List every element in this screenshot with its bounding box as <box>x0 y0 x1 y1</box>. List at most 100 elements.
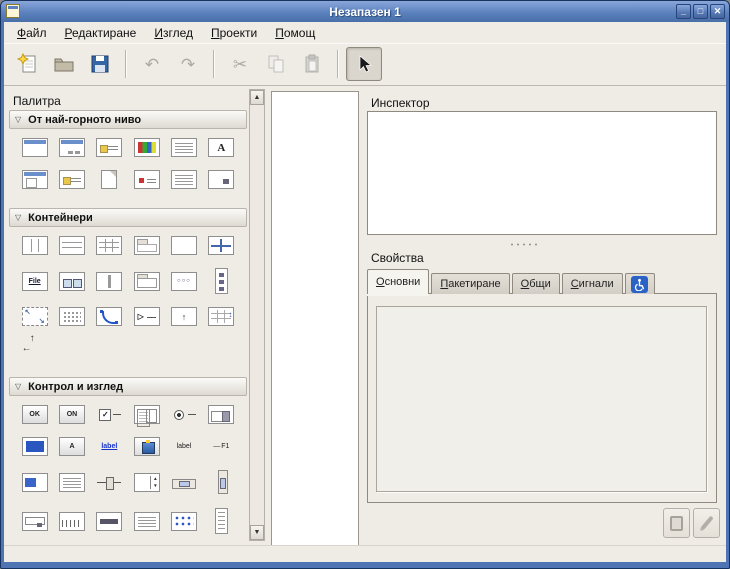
paned-icon[interactable] <box>96 272 122 291</box>
inspector-title: Инспектор <box>371 96 430 110</box>
palette-section-controls[interactable]: ▽ Контрол и изглед <box>9 377 247 396</box>
check-button-icon[interactable] <box>96 405 122 424</box>
menubar-icon[interactable]: File <box>22 272 48 291</box>
design-canvas[interactable] <box>271 91 359 546</box>
paned-grip[interactable] <box>509 242 539 247</box>
maximize-button[interactable]: □ <box>693 4 708 19</box>
file-selection-dialog-icon[interactable] <box>59 170 85 189</box>
expander-icon[interactable] <box>134 307 160 326</box>
menu-view[interactable]: Изглед <box>145 24 202 42</box>
viewport-icon[interactable] <box>171 307 197 326</box>
copy-icon <box>265 53 287 75</box>
alert-dialog-icon[interactable] <box>134 170 160 189</box>
scrolled-window-icon[interactable] <box>208 307 234 326</box>
tab-packing[interactable]: Пакетиране <box>431 273 509 294</box>
list-box-icon[interactable] <box>134 405 160 424</box>
open-button[interactable] <box>46 47 82 81</box>
file-chooser-dialog-icon[interactable] <box>22 170 48 189</box>
text-view-icon[interactable] <box>59 473 85 492</box>
scroll-down-button[interactable]: ▼ <box>250 525 264 540</box>
vscrollbar-icon[interactable] <box>215 469 228 495</box>
layout-icon[interactable] <box>22 307 48 326</box>
scroll-up-button[interactable]: ▲ <box>250 90 264 105</box>
edit-pencil-button[interactable] <box>693 508 720 538</box>
cut-button[interactable]: ✂ <box>222 47 258 81</box>
progress-bar-icon[interactable] <box>22 473 48 492</box>
selector-button[interactable] <box>346 47 382 81</box>
image-icon[interactable] <box>22 437 48 456</box>
hbox-icon[interactable] <box>22 236 48 255</box>
list-dialog-icon[interactable] <box>171 170 197 189</box>
message-dialog-icon[interactable] <box>96 138 122 157</box>
save-button[interactable] <box>82 47 118 81</box>
popup-window-icon[interactable] <box>208 170 234 189</box>
close-button[interactable]: ✕ <box>710 4 725 19</box>
tab-accessibility[interactable] <box>625 273 655 294</box>
list-icon[interactable] <box>134 512 160 531</box>
menu-help[interactable]: Помощ <box>266 24 324 42</box>
hscrollbar-icon[interactable] <box>171 473 197 492</box>
fixed-icon[interactable] <box>208 236 234 255</box>
handle-box-icon[interactable] <box>22 339 48 358</box>
drawing-area-icon[interactable] <box>59 307 85 326</box>
toggle-button-icon[interactable]: ON <box>59 405 85 424</box>
copy-button[interactable] <box>258 47 294 81</box>
input-dialog-icon[interactable]: A <box>208 138 234 157</box>
vbox-icon[interactable] <box>59 236 85 255</box>
curve-icon[interactable] <box>96 307 122 326</box>
palette-section-toplevel[interactable]: ▽ От най-горното ниво <box>9 110 247 129</box>
hbuttonbox-icon[interactable] <box>171 272 197 291</box>
menu-projects[interactable]: Проекти <box>202 24 266 42</box>
menu-edit[interactable]: Редактиране <box>56 24 146 42</box>
palette-section-containers[interactable]: ▽ Контейнери <box>9 208 247 227</box>
toolbar-separator <box>337 50 339 78</box>
paste-button[interactable] <box>294 47 330 81</box>
palette-scrollbar[interactable]: ▲ ▼ <box>249 89 265 541</box>
tree-view-icon[interactable] <box>215 508 228 534</box>
tab-general[interactable]: Основни <box>367 269 429 294</box>
alignment-icon[interactable] <box>171 236 197 255</box>
dialog-icon[interactable] <box>59 138 85 157</box>
toolbar-icon[interactable] <box>59 272 85 291</box>
combo-box-icon[interactable] <box>208 405 234 424</box>
tab-common[interactable]: Общи <box>512 273 560 294</box>
spin-button-icon[interactable] <box>134 473 160 492</box>
inspector-view[interactable] <box>367 111 717 235</box>
vbuttonbox-icon[interactable] <box>215 268 228 294</box>
titlebar[interactable]: Незапазен 1 _ □ ✕ <box>1 1 729 22</box>
icon-view-icon[interactable] <box>171 512 197 531</box>
expander-down-icon: ▽ <box>15 115 21 124</box>
frame-icon[interactable] <box>134 236 160 255</box>
window-icon[interactable] <box>22 138 48 157</box>
minimize-button[interactable]: _ <box>676 4 691 19</box>
palette-grid-controls: OK ON Alabel label F1 <box>9 396 247 547</box>
edit-page-button[interactable] <box>663 508 690 538</box>
redo-button[interactable]: ↷ <box>170 47 206 81</box>
menu-file[interactable]: Файл <box>8 24 56 42</box>
label-mnemonic-icon[interactable]: label <box>96 437 122 456</box>
accel-label-icon[interactable]: F1 <box>208 437 234 456</box>
entry-icon[interactable]: A <box>59 437 85 456</box>
save-floppy-icon <box>88 52 112 76</box>
option-menu-icon[interactable] <box>22 512 48 531</box>
expander-down-icon: ▽ <box>15 213 21 222</box>
stock-button-icon[interactable] <box>134 437 160 456</box>
undo-button[interactable]: ↶ <box>134 47 170 81</box>
notebook-icon[interactable] <box>134 272 160 291</box>
statusbar <box>4 545 726 562</box>
label-icon[interactable]: label <box>171 437 197 456</box>
about-dialog-icon[interactable] <box>101 170 117 189</box>
app-window: Незапазен 1 _ □ ✕ Файл Редактиране Изгле… <box>0 0 730 569</box>
separator-icon[interactable] <box>96 512 122 531</box>
radio-button-icon[interactable] <box>171 405 197 424</box>
tab-signals[interactable]: Сигнали <box>562 273 623 294</box>
font-selection-dialog-icon[interactable] <box>171 138 197 157</box>
hscale-icon[interactable] <box>96 473 122 492</box>
button-icon[interactable]: OK <box>22 405 48 424</box>
table-icon[interactable] <box>96 236 122 255</box>
color-selection-dialog-icon[interactable] <box>134 138 160 157</box>
new-button[interactable] <box>10 47 46 81</box>
cut-icon: ✂ <box>233 56 247 73</box>
window-content: Файл Редактиране Изглед Проекти Помощ <box>4 22 726 562</box>
hruler-icon[interactable] <box>59 512 85 531</box>
